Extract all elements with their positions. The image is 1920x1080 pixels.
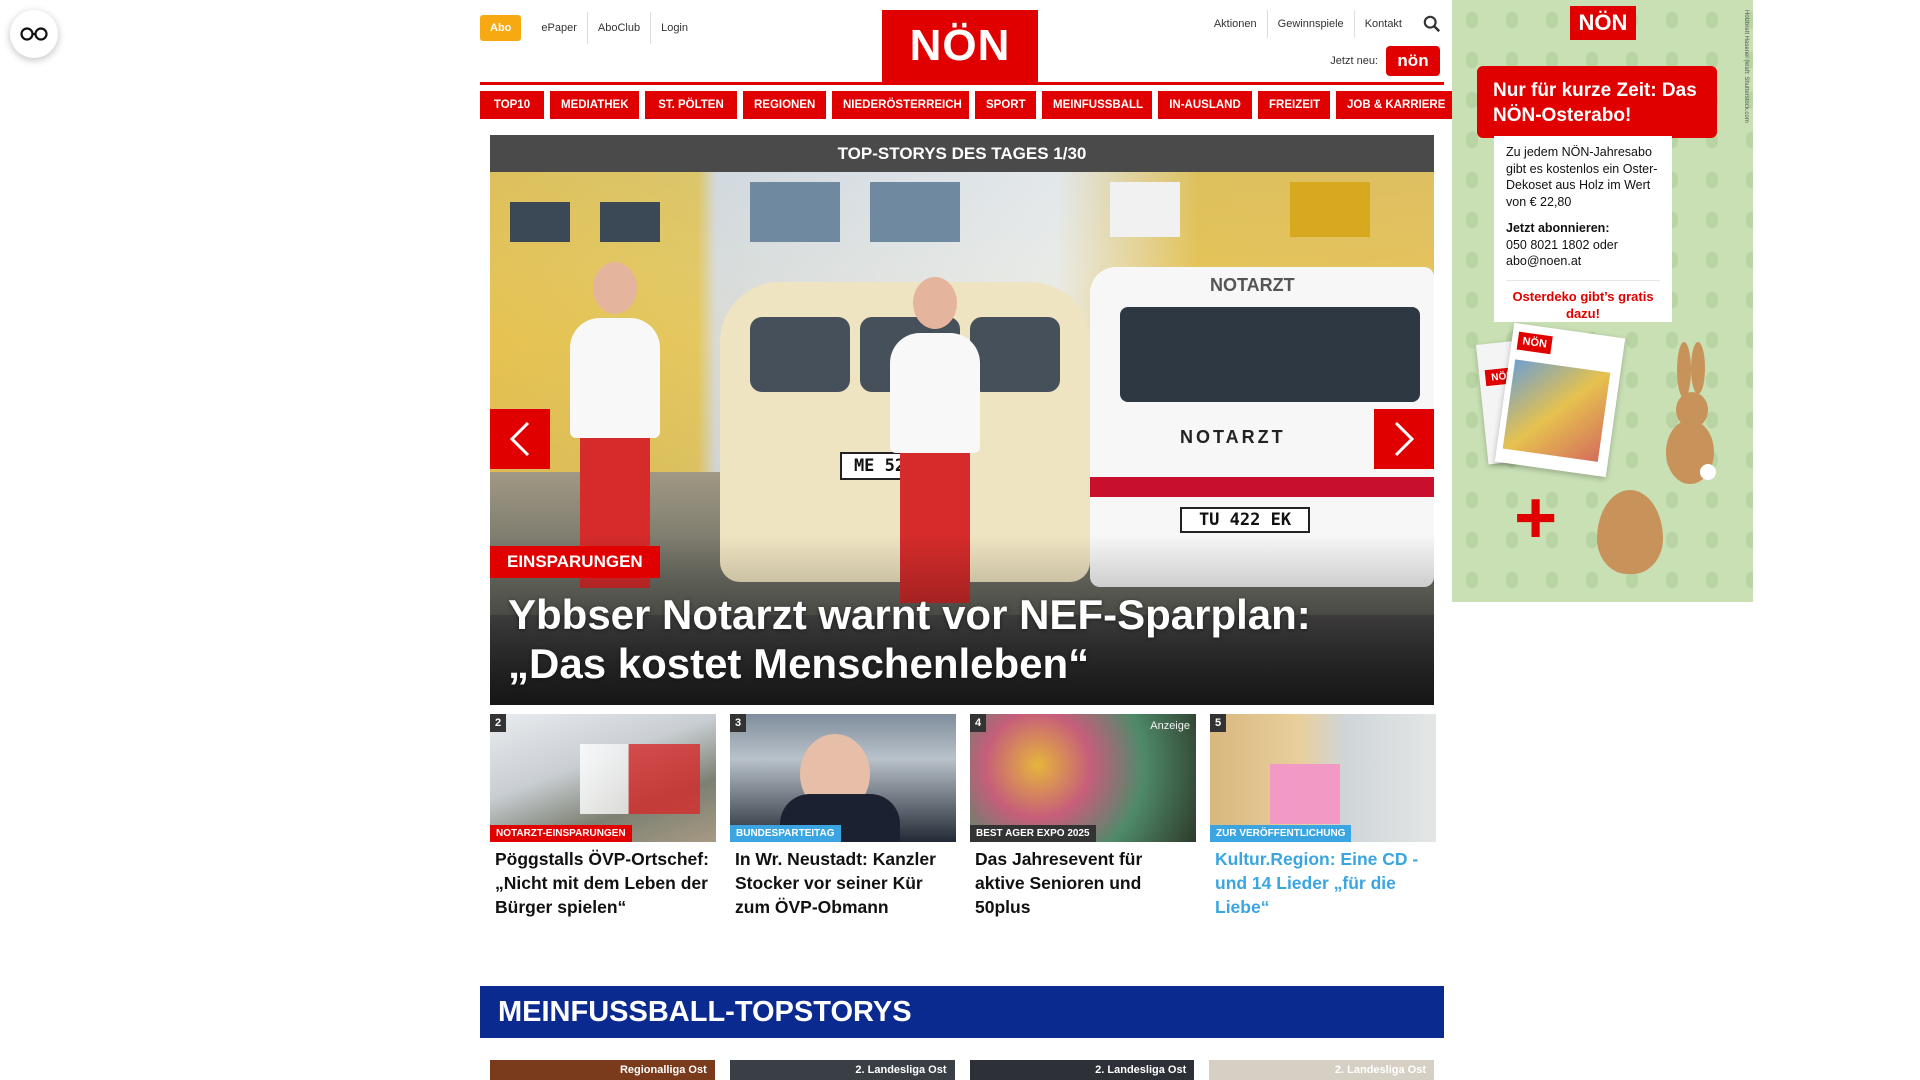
- ad-logo: NÖN: [1570, 6, 1636, 40]
- header-divider: [480, 82, 1444, 85]
- ambulance-hood-label: NOTARZT: [1180, 427, 1286, 447]
- nav-item-regionen[interactable]: REGIONEN: [743, 91, 826, 119]
- ad-offer-text: Zu jedem NÖN-Jahresabo gibt es kostenlos…: [1506, 145, 1658, 209]
- bus-window: [970, 317, 1060, 392]
- newspaper-image: NÖN: [1494, 322, 1626, 478]
- teaser-title[interactable]: In Wr. Neustadt: Kanzler Stocker vor sei…: [735, 847, 952, 919]
- epaper-link[interactable]: ePaper: [531, 12, 586, 44]
- football-list: Regionalliga Ost 2. Landesliga Ost 2. La…: [490, 1060, 1434, 1080]
- teaser-title[interactable]: Kultur.Region: Eine CD - und 14 Lieder „…: [1215, 847, 1432, 919]
- hero-title[interactable]: Ybbser Notarzt warnt vor NEF-Sparplan: „…: [508, 590, 1418, 688]
- main-nav: TOP10 MEDIATHEK ST. PÖLTEN REGIONEN NIED…: [480, 91, 1456, 119]
- ad-textbox: Zu jedem NÖN-Jahresabo gibt es kostenlos…: [1494, 136, 1672, 322]
- football-card[interactable]: 2. Landesliga Ost: [969, 1060, 1195, 1080]
- aktionen-link[interactable]: Aktionen: [1204, 10, 1267, 38]
- utility-nav-left: Abo ePaper AboClub Login: [480, 12, 698, 44]
- nav-item-freizeit[interactable]: FREIZEIT: [1258, 91, 1330, 119]
- slider-prev-button[interactable]: [490, 409, 550, 469]
- window: [1290, 182, 1370, 237]
- kontakt-link[interactable]: Kontakt: [1353, 10, 1412, 38]
- nav-item-sport[interactable]: SPORT: [975, 91, 1036, 119]
- teaser-image[interactable]: 5 ZUR VERÖFFENTLICHUNG: [1210, 714, 1436, 842]
- top-stories-slider: TOP-STORYS DES TAGES 1/30 ME 525 EF NOTA…: [490, 135, 1434, 705]
- teaser-card[interactable]: 3 BUNDESPARTEITAG In Wr. Neustadt: Kanzl…: [730, 714, 956, 919]
- window: [510, 202, 570, 242]
- teaser-tag: ZUR VERÖFFENTLICHUNG: [1210, 825, 1352, 842]
- teaser-rank: 2: [490, 714, 506, 732]
- league-label: 2. Landesliga Ost: [855, 1064, 947, 1076]
- glasses-icon: [20, 27, 48, 41]
- teaser-image[interactable]: 4 Anzeige BEST AGER EXPO 2025: [970, 714, 1196, 842]
- league-label: 2. Landesliga Ost: [1334, 1064, 1426, 1076]
- jetzt-neu-label: Jetzt neu:: [1330, 55, 1378, 67]
- football-card[interactable]: 2. Landesliga Ost: [1209, 1060, 1434, 1080]
- gewinnspiele-link[interactable]: Gewinnspiele: [1266, 10, 1354, 38]
- teaser-card[interactable]: 5 ZUR VERÖFFENTLICHUNG Kultur.Region: Ei…: [1210, 714, 1436, 919]
- nav-item-meinfussball[interactable]: MEINFUSSBALL: [1042, 91, 1152, 119]
- teaser-rank: 3: [730, 714, 746, 732]
- teaser-card[interactable]: 4 Anzeige BEST AGER EXPO 2025 Das Jahres…: [970, 714, 1196, 919]
- wooden-bunny-icon: [1666, 342, 1716, 484]
- window: [600, 202, 660, 242]
- accessibility-button[interactable]: [10, 10, 58, 58]
- anzeige-label: Anzeige: [1150, 720, 1190, 732]
- teaser-image[interactable]: 3 BUNDESPARTEITAG: [730, 714, 956, 842]
- ad-headline: Nur für kurze Zeit: Das NÖN-Osterabo!: [1477, 66, 1717, 138]
- nav-item-in-ausland[interactable]: IN-AUSLAND: [1158, 91, 1252, 119]
- page: Abo ePaper AboClub Login NÖN Aktionen Ge…: [480, 0, 1456, 1080]
- search-icon[interactable]: [1420, 12, 1444, 36]
- nav-item-niederoesterreich[interactable]: NIEDERÖSTERREICH: [832, 91, 969, 119]
- aboclub-link[interactable]: AboClub: [586, 12, 650, 44]
- teaser-list: 2 NOTARZT-EINSPARUNGEN Pöggstalls ÖVP-Or…: [490, 714, 1436, 919]
- hero-image[interactable]: ME 525 EF NOTARZT NOTARZT TU 422 EK: [490, 172, 1434, 705]
- nav-item-st-poelten[interactable]: ST. PÖLTEN: [645, 91, 737, 119]
- teaser-rank: 5: [1210, 714, 1226, 732]
- bus-window: [750, 317, 850, 392]
- window: [750, 182, 840, 242]
- teaser-rank: 4: [970, 714, 986, 732]
- utility-nav-right: Aktionen Gewinnspiele Kontakt: [1194, 10, 1444, 38]
- league-label: Regionalliga Ost: [619, 1064, 707, 1076]
- nav-item-mediathek[interactable]: MEDIATHEK: [550, 91, 639, 119]
- league-label: 2. Landesliga Ost: [1095, 1064, 1187, 1076]
- ambulance-windshield: [1120, 307, 1420, 402]
- ambulance-stripe: [1090, 477, 1434, 497]
- teaser-image[interactable]: 2 NOTARZT-EINSPARUNGEN: [490, 714, 716, 842]
- plus-icon: +: [1514, 476, 1558, 559]
- abo-button[interactable]: Abo: [480, 15, 522, 41]
- window: [870, 182, 960, 242]
- teaser-tag: BUNDESPARTEITAG: [730, 825, 841, 842]
- window: [1110, 182, 1180, 237]
- jetzt-neu: Jetzt neu: nön: [1330, 46, 1440, 76]
- slider-next-button[interactable]: [1374, 409, 1434, 469]
- teaser-title[interactable]: Pöggstalls ÖVP-Ortschef: „Nicht mit dem …: [495, 847, 712, 919]
- teaser-title[interactable]: Das Jahresevent für aktive Senioren und …: [975, 847, 1192, 919]
- chevron-left-icon: [509, 421, 530, 457]
- teaser-tag: BEST AGER EXPO 2025: [970, 825, 1096, 842]
- nav-item-job-karriere[interactable]: JOB & KARRIERE: [1336, 91, 1456, 119]
- advertisement-osterabo[interactable]: NÖN Holzbrett Hasenei (kraft: Shuttersto…: [1452, 0, 1753, 602]
- football-card[interactable]: 2. Landesliga Ost: [729, 1060, 955, 1080]
- site-logo[interactable]: NÖN: [882, 10, 1038, 82]
- chevron-right-icon: [1394, 421, 1415, 457]
- header: Abo ePaper AboClub Login NÖN Aktionen Ge…: [480, 0, 1444, 82]
- ad-cta-label: Jetzt abonnieren:: [1506, 221, 1610, 235]
- ad-credit: Holzbrett Hasenei (kraft: Shutterstock.c…: [1743, 10, 1749, 123]
- meinfussball-header[interactable]: MEINFUSSBALL-TOPSTORYS: [480, 986, 1444, 1038]
- login-link[interactable]: Login: [650, 12, 698, 44]
- hero-kicker[interactable]: EINSPARUNGEN: [490, 546, 660, 578]
- ambulance-plate: TU 422 EK: [1180, 507, 1310, 533]
- nav-item-top10[interactable]: TOP10: [480, 91, 544, 119]
- ambulance-roof-label: NOTARZT: [1210, 275, 1295, 295]
- teaser-tag: NOTARZT-EINSPARUNGEN: [490, 825, 632, 842]
- ad-contact: 050 8021 1802 oder abo@noen.at: [1506, 237, 1618, 269]
- kleine-noen-badge[interactable]: nön: [1386, 46, 1440, 76]
- teaser-card[interactable]: 2 NOTARZT-EINSPARUNGEN Pöggstalls ÖVP-Or…: [490, 714, 716, 919]
- slider-header: TOP-STORYS DES TAGES 1/30: [490, 135, 1434, 172]
- ad-red-text: Osterdeko gibt’s gratis dazu!: [1506, 279, 1660, 322]
- football-card[interactable]: Regionalliga Ost: [490, 1060, 715, 1080]
